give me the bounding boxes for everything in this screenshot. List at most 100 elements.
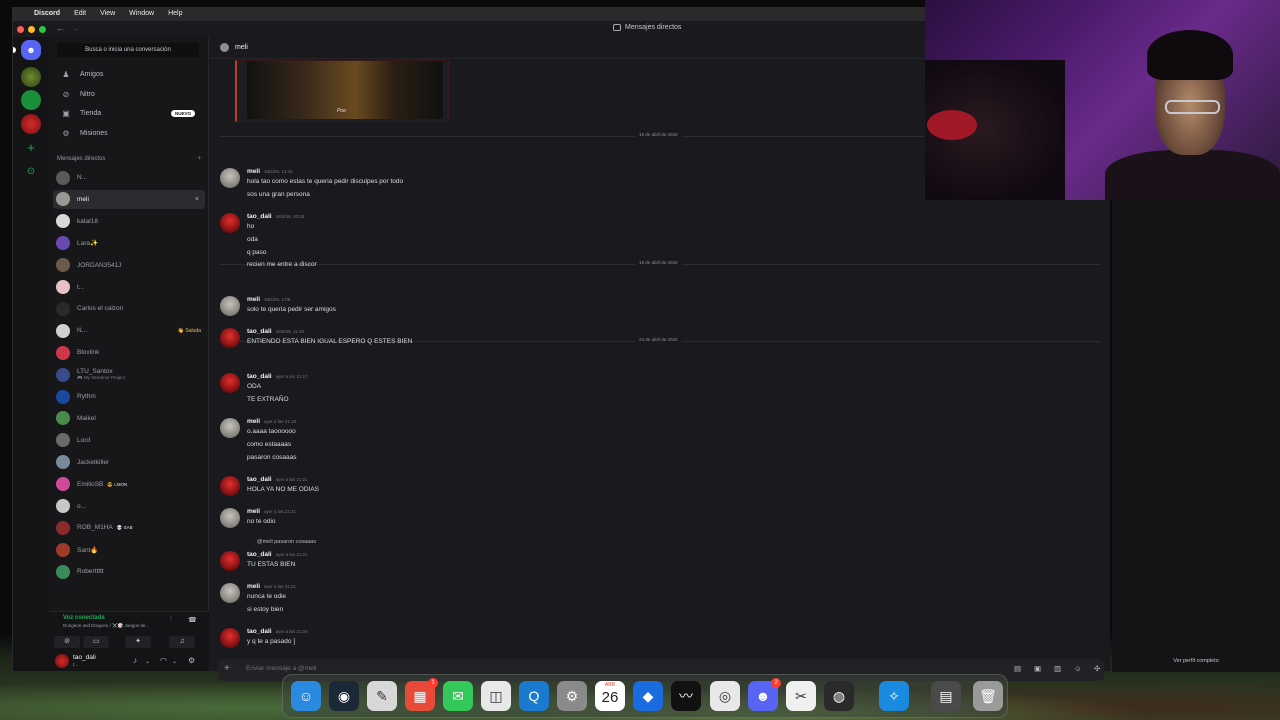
- message-author[interactable]: tao_dali ayer a las 21:17: [247, 373, 308, 380]
- system-settings-icon[interactable]: ⚙: [557, 681, 587, 711]
- author-name[interactable]: tao_dali: [247, 628, 272, 635]
- obs-icon[interactable]: ◍: [824, 681, 854, 711]
- dm-item[interactable]: JORDAN3541J: [53, 256, 205, 275]
- activities-button[interactable]: ✦: [125, 636, 151, 648]
- quicktime-icon[interactable]: Q: [519, 681, 549, 711]
- explore-servers-icon[interactable]: ⊙: [21, 162, 41, 182]
- dm-item[interactable]: Jacketkiller: [53, 453, 205, 472]
- capcut-icon[interactable]: ✂: [786, 681, 816, 711]
- message-author[interactable]: tao_dali ayer a las 21:21: [247, 476, 308, 483]
- avatar[interactable]: [220, 476, 240, 496]
- zoom-window-button[interactable]: [39, 26, 46, 33]
- author-name[interactable]: tao_dali: [247, 328, 272, 335]
- recipient-avatar[interactable]: [220, 43, 229, 52]
- disconnect-call-icon[interactable]: ☎: [188, 616, 197, 624]
- sidebar-item-quests[interactable]: ⚙ Misiones: [57, 124, 201, 142]
- launchpad-icon[interactable]: ▦ 1: [405, 678, 438, 711]
- dm-item[interactable]: EmilioSB 😎 LMON: [53, 475, 205, 494]
- server-icon[interactable]: [21, 90, 41, 110]
- sticker-icon[interactable]: ▥: [1054, 664, 1061, 673]
- avatar[interactable]: [220, 168, 240, 188]
- sidebar-item-friends[interactable]: ♟ Amigos: [57, 65, 201, 83]
- message-author[interactable]: meli 18/4/26, 14:16: [247, 168, 293, 175]
- menu-window[interactable]: Window: [129, 10, 154, 17]
- avatar[interactable]: [220, 328, 240, 348]
- avatar[interactable]: [220, 583, 240, 603]
- message-input[interactable]: [246, 665, 896, 672]
- avatar[interactable]: [220, 551, 240, 571]
- messages-icon[interactable]: ✉: [443, 681, 473, 711]
- message-author[interactable]: tao_dali 19/4/26, 11:29: [247, 328, 304, 335]
- gear-icon[interactable]: ⚙: [188, 656, 195, 665]
- server-icon[interactable]: [21, 67, 41, 87]
- noise-suppression-icon[interactable]: ⫶: [170, 616, 172, 624]
- trash-icon[interactable]: 🗑: [973, 681, 1003, 711]
- chevron-down-icon[interactable]: ⌄: [145, 658, 150, 665]
- author-name[interactable]: tao_dali: [247, 551, 272, 558]
- steam-icon[interactable]: ◉: [329, 681, 359, 711]
- dm-item[interactable]: katal18: [53, 212, 205, 231]
- downloads-icon[interactable]: ▤: [931, 681, 961, 711]
- menu-edit[interactable]: Edit: [74, 10, 86, 17]
- view-full-profile-link[interactable]: Ver perfil completo: [1112, 658, 1280, 664]
- capcut-tool-icon[interactable]: 〰: [671, 681, 701, 711]
- dm-item[interactable]: Sant🔥: [53, 540, 205, 559]
- add-server-icon[interactable]: +: [21, 138, 41, 158]
- chevron-down-icon[interactable]: ⌄: [172, 658, 177, 665]
- discord-icon[interactable]: ☻ 2: [748, 678, 781, 711]
- voice-channel-name[interactable]: Dungeon and Dragons / ⚔️🎲 Juegos de...: [63, 623, 149, 629]
- calendar-icon[interactable]: ABR 26: [595, 681, 625, 711]
- author-name[interactable]: tao_dali: [247, 476, 272, 483]
- author-name[interactable]: meli: [247, 168, 260, 175]
- author-name[interactable]: meli: [247, 418, 260, 425]
- server-icon[interactable]: [21, 114, 41, 134]
- create-dm-plus-icon[interactable]: +: [197, 156, 201, 162]
- dm-item[interactable]: N...: [53, 168, 205, 187]
- author-name[interactable]: tao_dali: [247, 213, 272, 220]
- voice-status[interactable]: Voz conectada: [63, 615, 105, 621]
- dm-item[interactable]: ROB_M1HA 💀 SAB: [53, 518, 205, 537]
- menu-help[interactable]: Help: [168, 10, 182, 17]
- recipient-name[interactable]: meli: [235, 44, 248, 51]
- menu-view[interactable]: View: [100, 10, 115, 17]
- sidebar-item-store[interactable]: ▣ Tienda NUEVO: [57, 104, 201, 122]
- message-author[interactable]: meli ayer a las 21:21: [247, 508, 296, 515]
- gif-icon[interactable]: ▣: [1034, 664, 1041, 673]
- author-name[interactable]: meli: [247, 296, 260, 303]
- soundboard-button[interactable]: ♫: [169, 636, 195, 648]
- author-name[interactable]: meli: [247, 583, 260, 590]
- message-author[interactable]: tao_dali ayer a las 21:24: [247, 628, 308, 635]
- roblox-icon[interactable]: ◆: [633, 681, 663, 711]
- safari-icon[interactable]: ✧: [879, 681, 909, 711]
- sidebar-item-nitro[interactable]: ⊘ Nitro: [57, 85, 201, 103]
- conversation-search-button[interactable]: Busca o inicia una conversación: [57, 43, 199, 57]
- dm-item[interactable]: Rythm: [53, 387, 205, 406]
- chrome-icon[interactable]: ◎: [710, 681, 740, 711]
- message-author[interactable]: tao_dali 18/4/26, 20:26: [247, 213, 304, 220]
- headphones-icon[interactable]: ◠: [160, 656, 167, 665]
- avatar[interactable]: [220, 508, 240, 528]
- close-icon[interactable]: ×: [195, 196, 199, 203]
- dm-item[interactable]: Bloxlink: [53, 343, 205, 362]
- avatar[interactable]: [220, 373, 240, 393]
- avatar[interactable]: [220, 418, 240, 438]
- wave-button[interactable]: 👋 Saluda: [178, 328, 201, 334]
- forward-arrow-icon[interactable]: →: [71, 23, 80, 33]
- user-name[interactable]: tao_dali: [73, 654, 96, 661]
- emoji-icon[interactable]: ☺: [1074, 664, 1082, 673]
- minimize-window-button[interactable]: [28, 26, 35, 33]
- reply-reference[interactable]: @meli pasaron cosaaas: [257, 539, 316, 545]
- close-window-button[interactable]: [17, 26, 24, 33]
- dm-item[interactable]: t...: [53, 278, 205, 297]
- dm-item[interactable]: Carlos el calzon: [53, 299, 205, 318]
- dm-item[interactable]: o...: [53, 497, 205, 516]
- camera-off-button[interactable]: ⊘: [54, 636, 80, 648]
- author-name[interactable]: meli: [247, 508, 260, 515]
- notes-icon[interactable]: ✎: [367, 681, 397, 711]
- dm-item[interactable]: Roberttttt: [53, 562, 205, 581]
- back-arrow-icon[interactable]: ←: [56, 23, 65, 33]
- message-author[interactable]: meli 19/4/26, 1:08: [247, 296, 290, 303]
- finder-icon[interactable]: ☺: [291, 681, 321, 711]
- avatar[interactable]: [220, 296, 240, 316]
- attach-plus-icon[interactable]: +: [224, 663, 230, 674]
